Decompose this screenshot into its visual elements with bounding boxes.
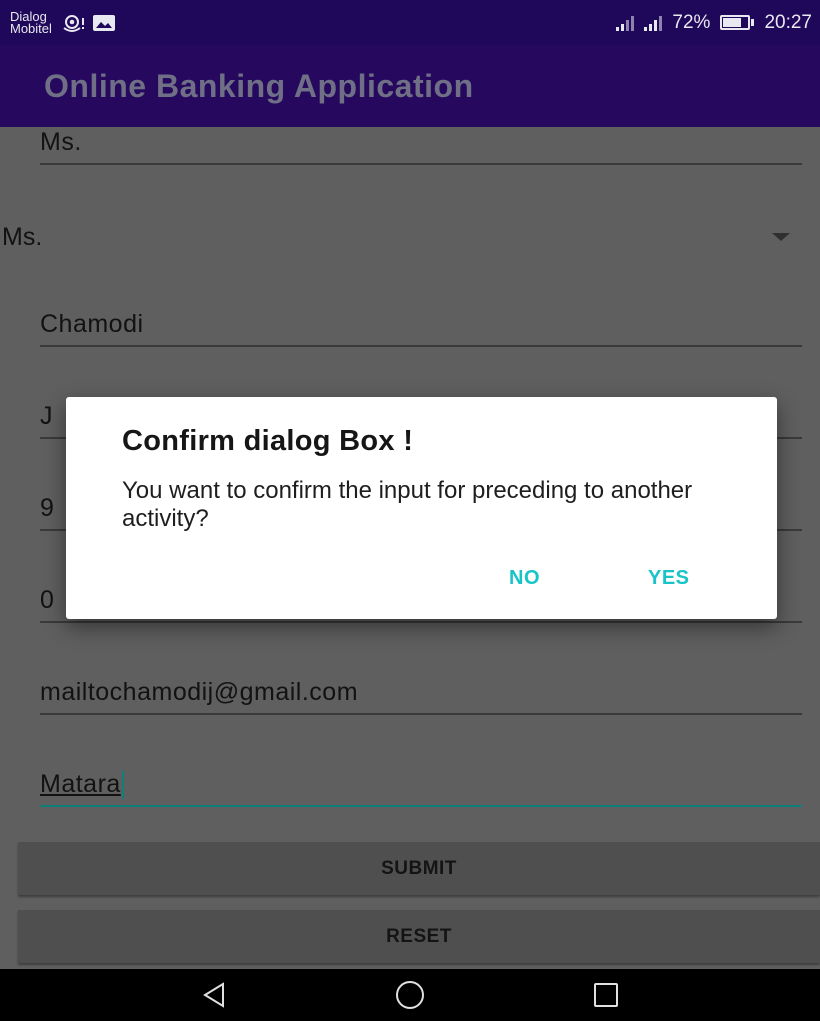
nic-value: 9 [40,494,55,522]
signal-icon [644,15,663,31]
phone-value: 0 [40,586,55,614]
city-value: Matara [40,770,121,798]
dialog-no-button[interactable]: NO [509,567,540,590]
app-title: Online Banking Application [44,67,474,104]
title-field[interactable]: Ms. [40,127,802,165]
dialog-message: You want to confirm the input for preced… [122,477,693,532]
first-name-field[interactable]: Chamodi [40,303,802,347]
battery-percent: 72% [672,11,711,33]
reset-button[interactable]: RESET [18,910,820,963]
dialog-yes-button[interactable]: YES [648,567,690,590]
email-value: mailtochamodij@gmail.com [40,678,359,706]
dropdown-arrow-icon [772,233,790,241]
title-field-value: Ms. [40,128,82,156]
confirm-dialog: Confirm dialog Box ! You want to confirm… [66,397,777,619]
hotspot-icon [60,13,86,33]
signal-icon [616,15,635,31]
home-icon[interactable] [392,979,428,1011]
last-name-value: J [40,402,53,430]
battery-icon [720,15,755,30]
back-icon[interactable] [196,979,232,1011]
navigation-bar [0,969,820,1021]
status-bar: Dialog Mobitel 72% 20:27 [0,0,820,45]
title-spinner[interactable]: Ms. [0,215,820,259]
first-name-value: Chamodi [40,310,144,338]
text-cursor [121,771,124,799]
carrier-label: Dialog Mobitel [10,10,54,36]
clock: 20:27 [764,11,812,33]
image-notification-icon [92,13,116,33]
carrier-line-2: Mobitel [10,20,52,36]
title-spinner-value: Ms. [2,222,43,251]
email-field[interactable]: mailtochamodij@gmail.com [40,671,802,715]
dialog-title: Confirm dialog Box ! [122,425,414,457]
city-field[interactable]: Matara [40,763,802,807]
app-bar: Online Banking Application [0,45,820,127]
submit-button[interactable]: SUBMIT [18,842,820,895]
recent-apps-icon[interactable] [588,979,624,1011]
